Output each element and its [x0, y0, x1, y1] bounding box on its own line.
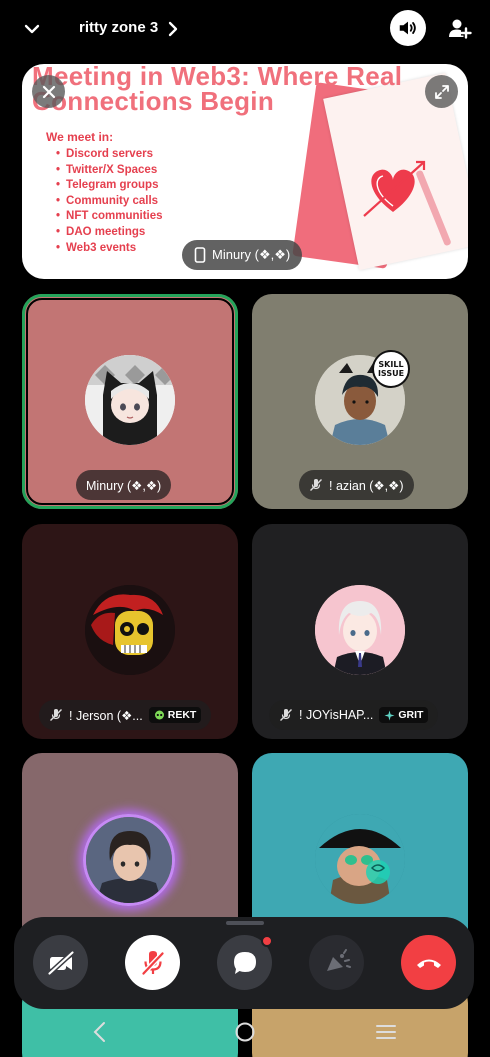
drag-handle[interactable] [226, 921, 264, 925]
skill-issue-sticker: SKILL ISSUE [372, 350, 410, 388]
mic-button[interactable] [125, 935, 180, 990]
list-item: Twitter/X Spaces [56, 163, 163, 179]
share-subtitle: We meet in: [46, 130, 114, 144]
avatar [85, 585, 175, 675]
participant-tile[interactable]: ! Jerson (❖... REKT [22, 524, 238, 739]
add-user-icon[interactable] [444, 14, 474, 44]
mic-muted-icon [50, 709, 62, 721]
avatar [315, 585, 405, 675]
list-item: NFT communities [56, 209, 162, 225]
participant-tile[interactable]: SKILL ISSUE ! azian (❖,❖) [252, 294, 468, 509]
camera-button[interactable] [33, 935, 88, 990]
participant-name-pill: ! azian (❖,❖) [299, 470, 414, 500]
menu-icon[interactable] [374, 1020, 398, 1044]
mic-muted-icon [310, 479, 322, 491]
heart-arrow-icon [363, 160, 426, 217]
svg-text:SKILL: SKILL [378, 360, 403, 369]
svg-text:ISSUE: ISSUE [378, 369, 404, 378]
chat-icon [233, 951, 256, 974]
server-tag-badge: GRIT [379, 707, 429, 723]
phone-icon [194, 247, 206, 263]
participant-name: ! JOYisHAP... [299, 708, 374, 722]
soundboard-icon [326, 948, 351, 971]
share-title: Meeting in Web3: Where Real Connections … [32, 64, 403, 116]
participant-name: Minury (❖,❖) [86, 478, 162, 493]
home-icon[interactable] [233, 1020, 257, 1044]
server-tag-label: REKT [167, 709, 197, 721]
list-item: DAO meetings [56, 225, 163, 241]
back-icon[interactable] [88, 1020, 112, 1044]
participant-tile[interactable]: ! JOYisHAP... GRIT [252, 524, 468, 739]
server-tag-label: GRIT [398, 709, 424, 721]
avatar [315, 814, 405, 904]
mic-off-icon [140, 950, 165, 976]
skull-icon [154, 710, 164, 719]
participant-name: ! azian (❖,❖) [329, 478, 404, 493]
list-item: Discord servers [56, 147, 163, 163]
close-icon [42, 85, 55, 98]
mic-muted-icon [280, 709, 292, 721]
screen-share-tile[interactable]: Meeting in Web3: Where Real Connections … [22, 64, 468, 279]
call-header: ritty zone 3 [0, 0, 490, 58]
soundboard-button[interactable] [309, 935, 364, 990]
participant-name-pill: ! Jerson (❖... REKT [39, 700, 212, 730]
chevron-right-icon[interactable] [166, 19, 180, 39]
camera-off-icon [46, 949, 75, 976]
leave-call-button[interactable] [401, 935, 456, 990]
hang-up-icon [416, 959, 441, 968]
close-share-button[interactable] [32, 75, 65, 108]
avatar [85, 355, 175, 445]
participant-name-pill: Minury (❖,❖) [76, 470, 172, 500]
list-item: Telegram groups [56, 178, 163, 194]
speaker-button[interactable] [390, 10, 426, 46]
share-list: Discord servers Twitter/X Spaces Telegra… [56, 147, 163, 257]
list-item: Web3 events [56, 241, 163, 257]
sparkle-icon [384, 710, 395, 720]
expand-icon [434, 84, 449, 99]
share-owner-name: Minury (❖,❖) [212, 247, 291, 262]
speaker-icon [399, 21, 416, 35]
participant-tile[interactable]: Minury (❖,❖) [22, 294, 238, 509]
share-owner-pill: Minury (❖,❖) [182, 240, 303, 270]
unread-indicator [261, 935, 273, 947]
channel-name[interactable]: ritty zone 3 [79, 19, 158, 36]
list-item: Community calls [56, 194, 163, 210]
participant-name: ! Jerson (❖... [69, 708, 143, 723]
server-tag-badge: REKT [148, 707, 202, 723]
avatar [83, 814, 175, 906]
participant-name-pill: ! JOYisHAP... GRIT [269, 700, 439, 730]
expand-share-button[interactable] [425, 75, 458, 108]
chevron-down-icon[interactable] [22, 19, 42, 39]
